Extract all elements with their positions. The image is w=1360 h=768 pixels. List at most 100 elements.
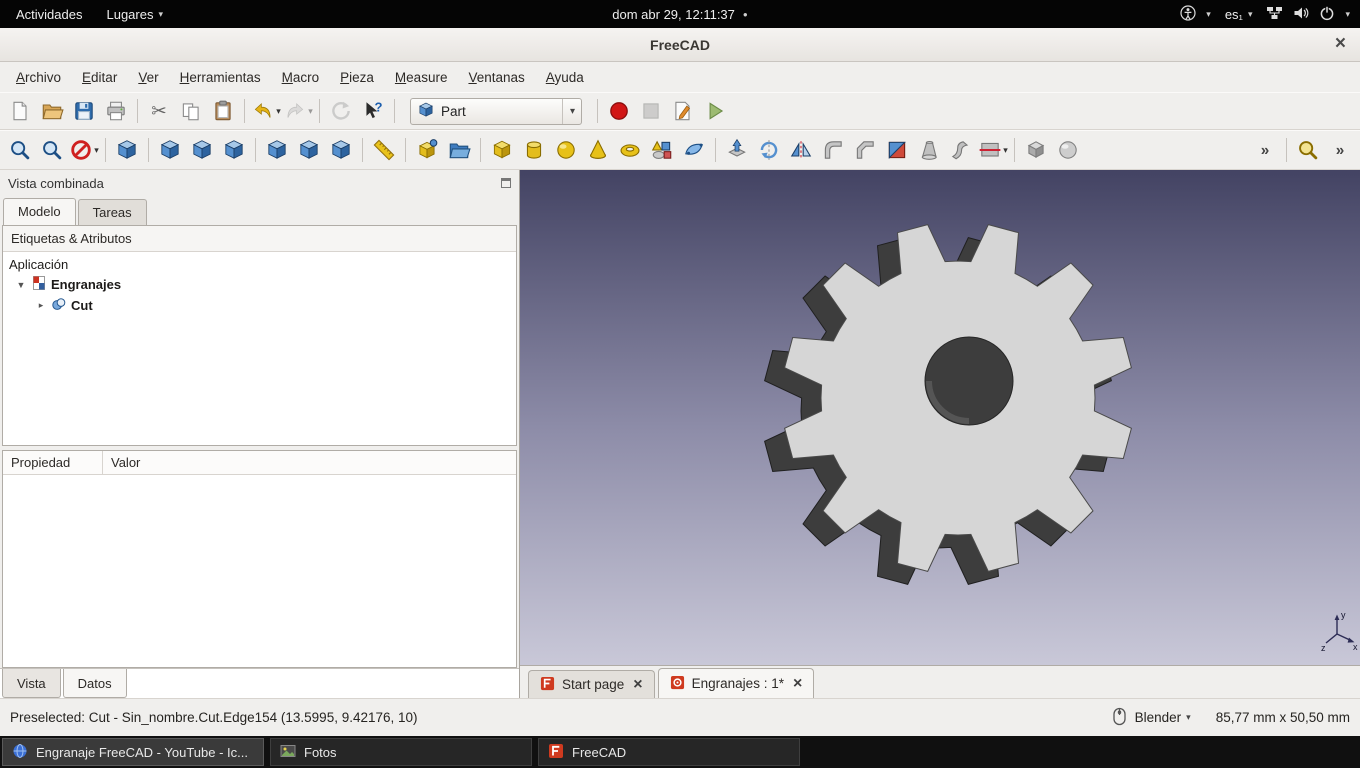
create-primitives-button[interactable]: [646, 135, 678, 165]
accessibility-icon[interactable]: [1180, 4, 1196, 24]
print-button[interactable]: [100, 96, 132, 126]
tab-start-page[interactable]: Start page ×: [528, 670, 655, 698]
draw-style-button[interactable]: ▾: [68, 135, 100, 165]
tab-engranajes[interactable]: Engranajes : 1* ×: [657, 668, 815, 698]
property-list[interactable]: [3, 475, 516, 667]
paste-button[interactable]: [207, 96, 239, 126]
primitive-box-button[interactable]: [486, 135, 518, 165]
sweep-button[interactable]: [945, 135, 977, 165]
power-icon[interactable]: [1319, 5, 1335, 24]
expander-closed-icon[interactable]: ▸: [35, 300, 47, 311]
clock-menu[interactable]: dom abr 29, 12:11:37 ●: [612, 7, 747, 22]
revolve-button[interactable]: [753, 135, 785, 165]
fillet-button[interactable]: [817, 135, 849, 165]
extrude-button[interactable]: [721, 135, 753, 165]
tab-datos[interactable]: Datos: [62, 669, 127, 698]
panel-title: Vista combinada: [8, 175, 104, 191]
view-left-button[interactable]: [325, 135, 357, 165]
cut-button[interactable]: ✂: [143, 96, 175, 126]
defeaturing-button[interactable]: [1052, 135, 1084, 165]
refresh-button[interactable]: [325, 96, 357, 126]
view-left-icon: [329, 138, 353, 162]
network-icon[interactable]: [1266, 5, 1283, 24]
macro-stop-icon: [639, 99, 663, 123]
create-group-button[interactable]: [443, 135, 475, 165]
chamfer-button[interactable]: [849, 135, 881, 165]
expander-open-icon[interactable]: ▼: [15, 280, 27, 290]
primitive-sphere-button[interactable]: [550, 135, 582, 165]
toolbar-overflow-button[interactable]: »: [1249, 135, 1281, 165]
gear-model[interactable]: [764, 224, 1132, 585]
volume-icon[interactable]: [1293, 5, 1309, 24]
section-button[interactable]: ▾: [977, 135, 1009, 165]
tab-tareas[interactable]: Tareas: [77, 199, 147, 225]
new-file-button[interactable]: [4, 96, 36, 126]
menu-editar[interactable]: Editar: [72, 65, 127, 90]
shape-builder-button[interactable]: [678, 135, 710, 165]
primitive-cone-icon: [586, 138, 610, 162]
redo-button[interactable]: ▾: [282, 96, 314, 126]
primitive-torus-button[interactable]: [614, 135, 646, 165]
taskbar-button-fotos[interactable]: Fotos: [270, 738, 532, 766]
menu-ayuda[interactable]: Ayuda: [536, 65, 594, 90]
fit-all-button[interactable]: [4, 135, 36, 165]
macro-execute-button[interactable]: [699, 96, 731, 126]
sketcher-tool-button[interactable]: [1292, 135, 1324, 165]
keyboard-layout-menu[interactable]: es₁ ▾: [1221, 4, 1257, 25]
primitive-sphere-icon: [554, 138, 578, 162]
menu-ver[interactable]: Ver: [128, 65, 168, 90]
close-tab-icon[interactable]: ×: [633, 676, 642, 694]
tree-item-cut[interactable]: ▸ Cut: [7, 295, 512, 316]
menu-archivo[interactable]: Archivo: [6, 65, 71, 90]
taskbar-button-youtube[interactable]: Engranaje FreeCAD - YouTube - Ic...: [2, 738, 264, 766]
workbench-value: Part: [441, 103, 466, 119]
toolbar-overflow-2-button[interactable]: »: [1324, 135, 1356, 165]
tab-vista[interactable]: Vista: [2, 669, 61, 698]
taskbar-button-freecad[interactable]: FreeCAD: [538, 738, 800, 766]
primitive-torus-icon: [618, 138, 642, 162]
view-bottom-button[interactable]: [293, 135, 325, 165]
view-isometric-button[interactable]: [111, 135, 143, 165]
3d-viewport[interactable]: y x z: [520, 170, 1360, 665]
menu-pieza[interactable]: Pieza: [330, 65, 384, 90]
primitive-cone-button[interactable]: [582, 135, 614, 165]
fit-selection-button[interactable]: [36, 135, 68, 165]
menu-ventanas[interactable]: Ventanas: [458, 65, 534, 90]
loft-button[interactable]: [913, 135, 945, 165]
view-top-button[interactable]: [186, 135, 218, 165]
menu-herramientas[interactable]: Herramientas: [170, 65, 271, 90]
macro-stop-button[interactable]: [635, 96, 667, 126]
undo-button[interactable]: ▾: [250, 96, 282, 126]
save-file-button[interactable]: [68, 96, 100, 126]
float-panel-icon[interactable]: [501, 178, 511, 188]
window-close-button[interactable]: ×: [1335, 32, 1346, 56]
view-front-button[interactable]: [154, 135, 186, 165]
menu-measure[interactable]: Measure: [385, 65, 458, 90]
window-titlebar[interactable]: FreeCAD ×: [0, 28, 1360, 62]
measure-distance-button[interactable]: [368, 135, 400, 165]
tree-item-document[interactable]: ▼ Engranajes: [7, 274, 512, 295]
create-part-button[interactable]: [411, 135, 443, 165]
tree-root-application[interactable]: Aplicación: [7, 255, 512, 274]
places-menu[interactable]: Lugares ▾: [96, 4, 173, 25]
macro-record-button[interactable]: [603, 96, 635, 126]
menu-macro[interactable]: Macro: [272, 65, 330, 90]
ruled-surface-button[interactable]: [881, 135, 913, 165]
nav-style-selector[interactable]: Blender ▾: [1135, 710, 1191, 725]
macro-edit-button[interactable]: [667, 96, 699, 126]
workbench-selector[interactable]: Part ▾: [410, 97, 582, 125]
create-part-icon: [415, 138, 439, 162]
chevron-down-icon: ▾: [1345, 8, 1350, 19]
activities-button[interactable]: Actividades: [6, 4, 92, 25]
cut-label: Cut: [71, 298, 93, 313]
offset-button[interactable]: [1020, 135, 1052, 165]
mirror-button[interactable]: [785, 135, 817, 165]
open-file-button[interactable]: [36, 96, 68, 126]
view-right-button[interactable]: [218, 135, 250, 165]
whats-this-button[interactable]: ?: [357, 96, 389, 126]
copy-button[interactable]: [175, 96, 207, 126]
view-rear-button[interactable]: [261, 135, 293, 165]
close-tab-icon[interactable]: ×: [793, 675, 802, 693]
tab-modelo[interactable]: Modelo: [3, 198, 76, 225]
primitive-cylinder-button[interactable]: [518, 135, 550, 165]
